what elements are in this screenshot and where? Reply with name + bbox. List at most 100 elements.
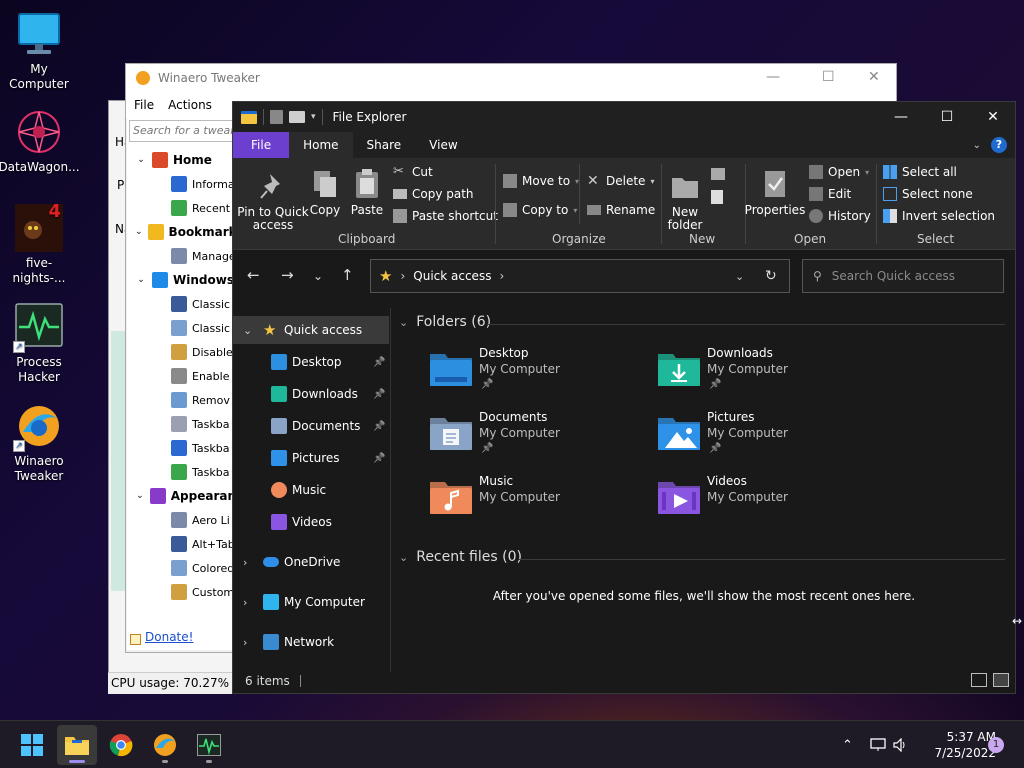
select-all-button[interactable]: Select all: [883, 165, 957, 179]
menu-file[interactable]: File: [134, 98, 154, 112]
properties-check-icon[interactable]: [270, 110, 283, 124]
properties-button[interactable]: Properties: [745, 168, 805, 217]
network-icon[interactable]: [869, 721, 887, 768]
nav-quick-access[interactable]: ⌄ ★ Quick access: [233, 316, 389, 344]
new-folder-qa-icon[interactable]: [289, 111, 305, 123]
tree-item[interactable]: Colored: [127, 556, 236, 580]
delete-button[interactable]: ✕ Delete ▾: [587, 174, 654, 188]
tree-item[interactable]: Manage: [127, 244, 236, 268]
folder-tile-pictures[interactable]: Pictures My Computer 📌: [657, 410, 877, 468]
nav-desktop[interactable]: Desktop 📌: [233, 348, 389, 376]
file-explorer-window[interactable]: ▾ File Explorer — ☐ ✕ File Home Share Vi…: [232, 101, 1016, 694]
menu-actions[interactable]: Actions: [168, 98, 212, 112]
tree-group[interactable]: ⌄ Windows: [127, 268, 236, 292]
tree-item[interactable]: Taskba: [127, 460, 236, 484]
tree-item[interactable]: Alt+Tab: [127, 532, 236, 556]
rename-button[interactable]: Rename: [587, 203, 655, 217]
open-button[interactable]: Open ▾: [809, 165, 869, 179]
up-arrow-icon[interactable]: ↑: [341, 266, 354, 284]
tray-chevron-up-icon[interactable]: ⌃: [842, 721, 853, 768]
maximize-icon[interactable]: ☐: [924, 102, 970, 132]
nav-videos[interactable]: Videos: [233, 508, 389, 536]
maximize-icon[interactable]: ☐: [822, 69, 835, 85]
move-to-button[interactable]: Move to ▾: [503, 174, 579, 188]
copy-to-button[interactable]: Copy to ▾: [503, 203, 577, 217]
desktop-icon-datawagon[interactable]: DataWagon...: [0, 108, 80, 175]
edit-button[interactable]: Edit: [809, 187, 851, 201]
qa-dropdown-icon[interactable]: ▾: [311, 112, 316, 122]
ribbon-collapse-icon[interactable]: ⌄: [973, 140, 981, 151]
nav-network[interactable]: › Network: [233, 628, 389, 656]
back-arrow-icon[interactable]: ←: [247, 266, 260, 284]
recent-locations-icon[interactable]: ⌄: [313, 269, 323, 283]
explorer-titlebar[interactable]: ▾ File Explorer — ☐ ✕: [233, 102, 1015, 132]
folder-tile-documents[interactable]: Documents My Computer 📌: [429, 410, 649, 468]
address-bar[interactable]: ★ › Quick access › ⌄ ↻: [370, 259, 790, 293]
new-folder-button[interactable]: New folder: [665, 170, 705, 232]
paste-button[interactable]: Paste: [349, 168, 385, 217]
tree-group[interactable]: ⌄ Bookmark: [127, 220, 236, 244]
pin-quick-access-button[interactable]: Pin to Quick access: [237, 170, 309, 232]
taskbar-process-hacker[interactable]: [189, 725, 229, 765]
desktop-icon-five-nights[interactable]: 4 five-nights-...: [0, 203, 78, 286]
tree-item[interactable]: Disable: [127, 340, 236, 364]
cut-button[interactable]: ✂ Cut: [393, 165, 433, 180]
expander-icon[interactable]: ⌄: [135, 227, 143, 237]
expander-icon[interactable]: ⌄: [135, 155, 147, 165]
folder-tile-downloads[interactable]: Downloads My Computer 📌: [657, 346, 877, 404]
tab-view[interactable]: View: [415, 132, 471, 158]
tree-item[interactable]: Taskba: [127, 412, 236, 436]
winaero-titlebar[interactable]: Winaero Tweaker — ☐ ✕: [126, 64, 896, 92]
folder-tile-music[interactable]: Music My Computer: [429, 474, 649, 532]
large-icons-view-icon[interactable]: [993, 673, 1009, 687]
taskbar-chrome[interactable]: [101, 725, 141, 765]
forward-arrow-icon[interactable]: →: [281, 266, 294, 284]
desktop-icon-my-computer[interactable]: My Computer: [0, 10, 78, 92]
folders-section-header[interactable]: ⌄ Folders (6): [399, 314, 491, 330]
recent-section-header[interactable]: ⌄ Recent files (0): [399, 549, 522, 565]
chevron-right-icon[interactable]: ›: [243, 596, 247, 609]
copy-path-button[interactable]: Copy path: [393, 187, 474, 201]
tree-group[interactable]: ⌄ Home: [127, 148, 236, 172]
tree-item[interactable]: Informa: [127, 172, 236, 196]
new-item-icon[interactable]: [711, 168, 725, 180]
desktop-icon-process-hacker[interactable]: ↗ Process Hacker: [0, 303, 78, 385]
search-input[interactable]: ⚲ Search Quick access: [802, 259, 1004, 293]
system-clock[interactable]: 5:37 AM 7/25/2022: [920, 729, 996, 761]
nav-downloads[interactable]: Downloads 📌: [233, 380, 389, 408]
address-dropdown-icon[interactable]: ⌄: [735, 270, 744, 283]
select-none-button[interactable]: Select none: [883, 187, 973, 201]
paste-shortcut-button[interactable]: Paste shortcut: [393, 209, 498, 223]
invert-selection-button[interactable]: Invert selection: [883, 209, 995, 223]
nav-onedrive[interactable]: › OneDrive: [233, 548, 389, 576]
easy-access-icon[interactable]: [711, 190, 723, 204]
tree-item[interactable]: Taskba: [127, 436, 236, 460]
nav-pictures[interactable]: Pictures 📌: [233, 444, 389, 472]
refresh-icon[interactable]: ↻: [765, 268, 777, 284]
volume-icon[interactable]: [893, 721, 909, 768]
minimize-icon[interactable]: —: [878, 102, 924, 132]
tweak-search-input[interactable]: Search for a tweak...: [129, 120, 234, 142]
close-icon[interactable]: ✕: [868, 69, 880, 85]
expander-icon[interactable]: ⌄: [135, 275, 147, 285]
notification-badge[interactable]: 1: [988, 737, 1004, 753]
breadcrumb-quick-access[interactable]: Quick access: [413, 269, 491, 283]
desktop-icon-winaero-tweaker[interactable]: ↗ Winaero Tweaker: [0, 402, 78, 484]
chevron-right-icon[interactable]: ›: [243, 556, 247, 569]
tree-item[interactable]: Custom: [127, 580, 236, 604]
close-icon[interactable]: ✕: [970, 102, 1016, 132]
folder-tile-videos[interactable]: Videos My Computer: [657, 474, 877, 532]
history-button[interactable]: History: [809, 209, 871, 223]
tab-share[interactable]: Share: [353, 132, 416, 158]
tab-home[interactable]: Home: [289, 132, 353, 158]
tree-group[interactable]: ⌄ Appearan: [127, 484, 236, 508]
help-icon[interactable]: ?: [991, 137, 1007, 153]
tree-item[interactable]: Classic: [127, 316, 236, 340]
nav-music[interactable]: Music: [233, 476, 389, 504]
tree-item[interactable]: Recent: [127, 196, 236, 220]
tab-file[interactable]: File: [233, 132, 290, 158]
expander-icon[interactable]: ⌄: [135, 491, 145, 501]
chevron-down-icon[interactable]: ⌄: [243, 324, 252, 337]
tree-item[interactable]: Aero Li: [127, 508, 236, 532]
donate-link[interactable]: Donate!: [127, 630, 235, 650]
